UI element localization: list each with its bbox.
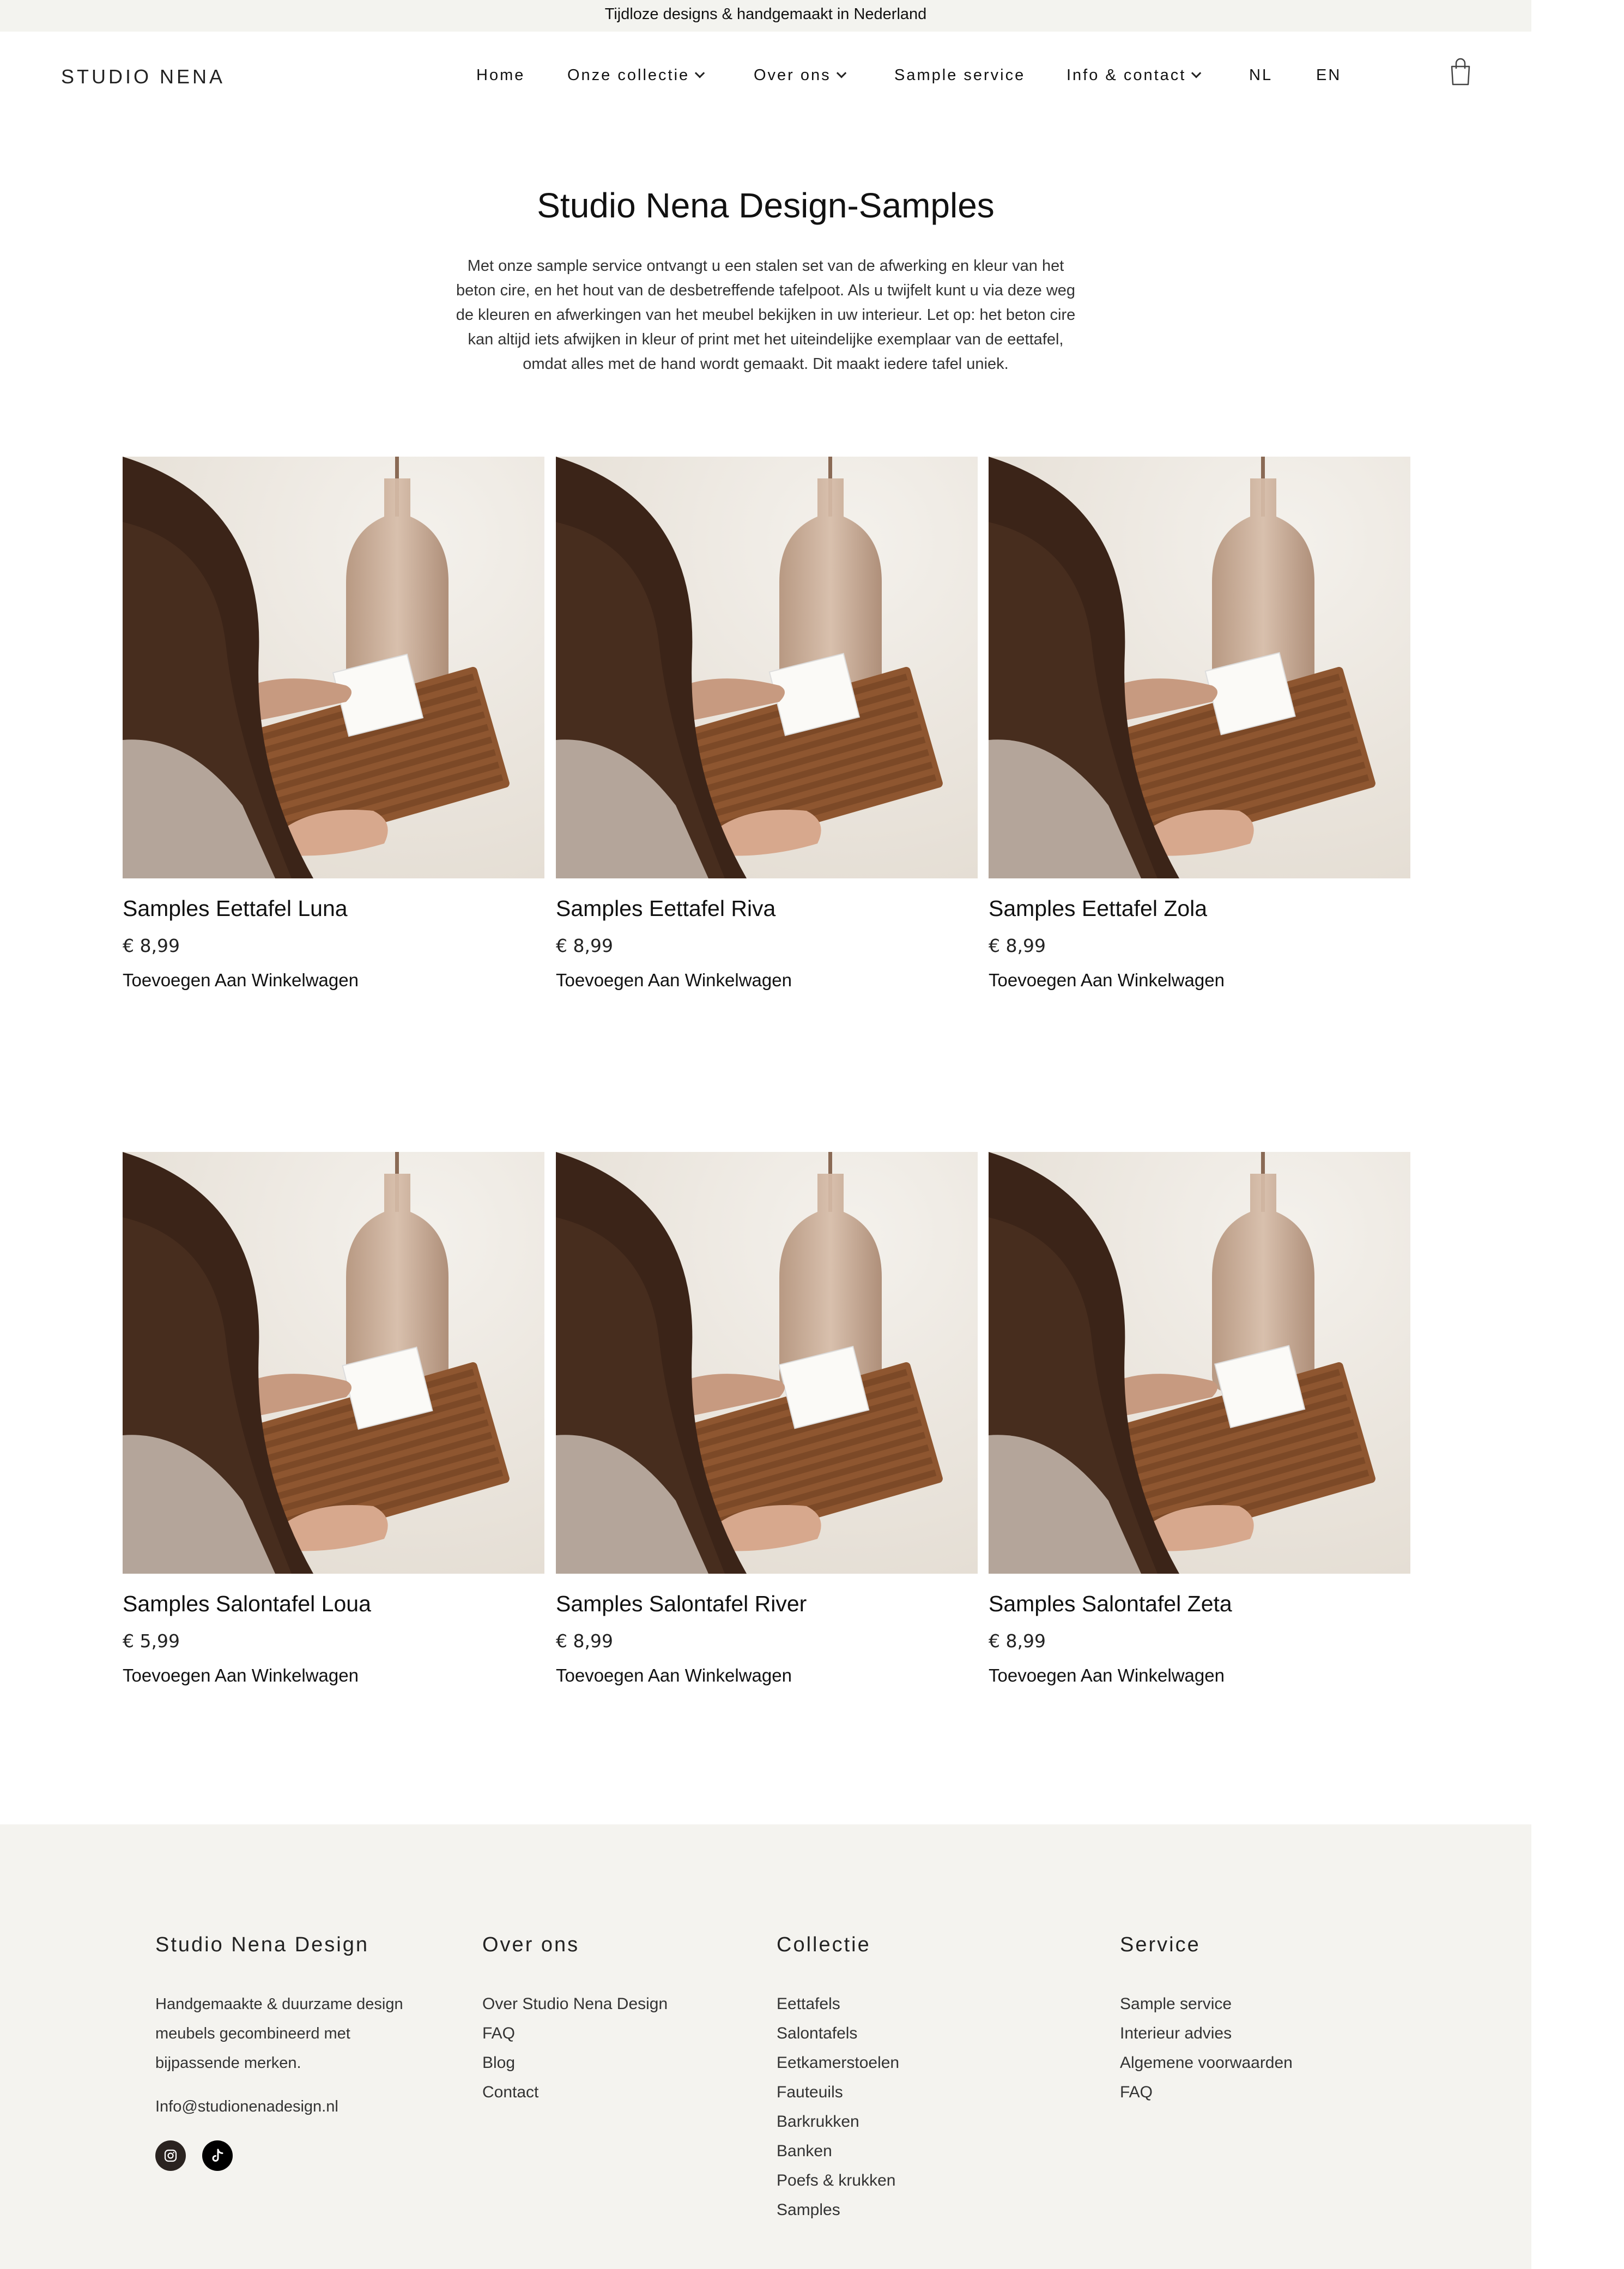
nav-info-contact-label: Info & contact (1066, 66, 1186, 84)
product-image-svg (556, 1152, 978, 1574)
footer-link[interactable]: Sample service (1120, 1989, 1293, 2019)
language-nl-label: NL (1249, 66, 1273, 84)
site-header: STUDIO NENA Home Onze collectie Over ons… (0, 32, 1531, 125)
footer-link[interactable]: Fauteuils (777, 2078, 899, 2107)
add-to-cart-button[interactable]: Toevoegen Aan Winkelwagen (989, 970, 1225, 991)
product-image-svg (123, 1152, 544, 1574)
nav-sample-service-label: Sample service (894, 66, 1026, 84)
product-name[interactable]: Samples Salontafel Loua (123, 1591, 371, 1617)
product-image-svg (989, 457, 1410, 878)
add-to-cart-button[interactable]: Toevoegen Aan Winkelwagen (123, 970, 359, 991)
footer-service: Service Sample service Interieur advies Al… (1120, 1933, 1293, 2107)
product-name[interactable]: Samples Eettafel Zola (989, 896, 1207, 921)
product-price: € 8,99 (989, 1630, 1046, 1652)
product-price: € 8,99 (556, 1630, 613, 1652)
product-card[interactable]: Samples Salontafel River € 8,99 Toevoegen … (556, 1152, 978, 1685)
shopping-bag-icon (1451, 58, 1470, 86)
nav-onze-collectie[interactable]: Onze collectie (567, 66, 705, 84)
footer-about-text: Handgemaakte & duurzame design meubels g… (155, 1995, 403, 2072)
product-price: € 8,99 (556, 935, 613, 956)
product-name[interactable]: Samples Salontafel Zeta (989, 1591, 1232, 1617)
page-margin (1531, 0, 1624, 2269)
footer-link[interactable]: Interieur advies (1120, 2019, 1293, 2048)
footer-link[interactable]: FAQ (482, 2019, 668, 2048)
footer-link[interactable]: Barkrukken (777, 2107, 899, 2137)
footer-link[interactable]: FAQ (1120, 2078, 1293, 2107)
product-price: € 8,99 (123, 935, 180, 956)
add-to-cart-button[interactable]: Toevoegen Aan Winkelwagen (123, 1665, 359, 1686)
add-to-cart-button[interactable]: Toevoegen Aan Winkelwagen (556, 1665, 792, 1686)
footer-email[interactable]: Info@studionenadesign.nl (155, 2092, 406, 2121)
language-nl[interactable]: NL (1249, 66, 1272, 84)
footer-link[interactable]: Poefs & krukken (777, 2166, 899, 2195)
announcement-bar: Tijdloze designs & handgemaakt in Nederl… (0, 0, 1531, 32)
nav-home[interactable]: Home (476, 66, 525, 84)
instagram-icon (164, 2149, 177, 2162)
footer-over-ons-heading: Over ons (482, 1933, 580, 1956)
page-title: Studio Nena Design-Samples (537, 186, 995, 225)
footer-about: Studio Nena Design Handgemaakte & duurza… (155, 1933, 406, 2121)
product-image-svg (556, 457, 978, 878)
site-logo[interactable]: STUDIO NENA (61, 65, 225, 88)
instagram-button[interactable] (155, 2140, 186, 2171)
page-intro: Met onze sample service ontvangt u een s… (456, 257, 1076, 373)
footer-about-heading: Studio Nena Design (155, 1933, 369, 1956)
cart-button[interactable] (1450, 58, 1471, 86)
footer-over-ons-links: Over Studio Nena Design FAQ Blog Contact (482, 1989, 668, 2107)
footer-collectie-heading: Collectie (777, 1933, 871, 1956)
site-footer: Studio Nena Design Handgemaakte & duurza… (0, 1824, 1531, 2269)
product-price: € 8,99 (989, 935, 1046, 956)
product-name[interactable]: Samples Eettafel Riva (556, 896, 775, 921)
nav-info-contact[interactable]: Info & contact (1066, 66, 1202, 84)
footer-link[interactable]: Samples (777, 2195, 899, 2225)
product-card[interactable]: Samples Eettafel Zola € 8,99 Toevoegen Aan… (989, 457, 1410, 990)
add-to-cart-button[interactable]: Toevoegen Aan Winkelwagen (989, 1665, 1225, 1686)
chevron-down-icon (836, 68, 846, 78)
page: Tijdloze designs & handgemaakt in Nederl… (0, 0, 1624, 2269)
footer-collectie: Collectie Eettafels Salontafels Eetkamerst… (777, 1933, 899, 2225)
product-name[interactable]: Samples Salontafel River (556, 1591, 807, 1617)
footer-service-links: Sample service Interieur advies Algemene v… (1120, 1989, 1293, 2107)
footer-link[interactable]: Contact (482, 2078, 668, 2107)
product-card[interactable]: Samples Salontafel Loua € 5,99 Toevoegen A… (123, 1152, 544, 1685)
announcement-text: Tijdloze designs & handgemaakt in Nederl… (604, 5, 927, 23)
chevron-down-icon (1191, 68, 1202, 78)
nav-over-ons-label: Over ons (754, 66, 831, 84)
product-card[interactable]: Samples Eettafel Riva € 8,99 Toevoegen Aan… (556, 457, 978, 990)
chevron-down-icon (695, 68, 705, 78)
footer-link[interactable]: Eetkamerstoelen (777, 2048, 899, 2078)
product-card[interactable]: Samples Eettafel Luna € 8,99 Toevoegen Aan… (123, 457, 544, 990)
footer-link[interactable]: Banken (777, 2137, 899, 2166)
nav-over-ons[interactable]: Over ons (754, 66, 846, 84)
language-en-label: EN (1316, 66, 1342, 84)
product-name[interactable]: Samples Eettafel Luna (123, 896, 348, 921)
nav-home-label: Home (476, 66, 525, 84)
footer-link[interactable]: Salontafels (777, 2019, 899, 2048)
product-image[interactable] (556, 457, 978, 878)
add-to-cart-button[interactable]: Toevoegen Aan Winkelwagen (556, 970, 792, 991)
product-image[interactable] (989, 1152, 1410, 1574)
product-image[interactable] (556, 1152, 978, 1574)
footer-link[interactable]: Algemene voorwaarden (1120, 2048, 1293, 2078)
product-image-svg (989, 1152, 1410, 1574)
tiktok-button[interactable] (202, 2140, 233, 2171)
product-price: € 5,99 (123, 1630, 180, 1652)
product-card[interactable]: Samples Salontafel Zeta € 8,99 Toevoegen A… (989, 1152, 1410, 1685)
footer-over-ons: Over ons Over Studio Nena Design FAQ Blog C… (482, 1933, 668, 2107)
product-image[interactable] (123, 1152, 544, 1574)
product-image-svg (123, 457, 544, 878)
footer-link[interactable]: Over Studio Nena Design (482, 1989, 668, 2019)
language-en[interactable]: EN (1316, 66, 1341, 84)
nav-sample-service[interactable]: Sample service (894, 66, 1025, 84)
tiktok-icon (212, 2149, 223, 2162)
product-image[interactable] (989, 457, 1410, 878)
footer-link[interactable]: Eettafels (777, 1989, 899, 2019)
footer-service-heading: Service (1120, 1933, 1201, 1956)
nav-onze-collectie-label: Onze collectie (567, 66, 690, 84)
product-image[interactable] (123, 457, 544, 878)
footer-collectie-links: Eettafels Salontafels Eetkamerstoelen Faute… (777, 1989, 899, 2225)
footer-link[interactable]: Blog (482, 2048, 668, 2078)
